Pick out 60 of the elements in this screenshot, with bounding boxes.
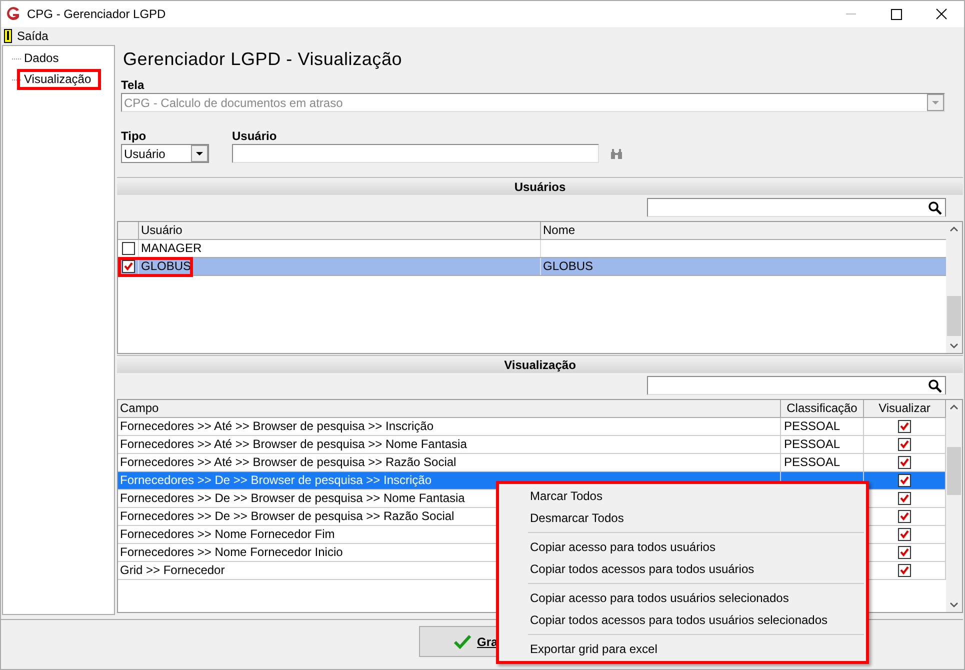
checkbox[interactable] xyxy=(122,242,134,255)
table-cell: PESSOAL xyxy=(781,418,864,435)
section-header: Usuários xyxy=(117,177,963,195)
door-icon xyxy=(4,29,12,43)
checkbox[interactable] xyxy=(898,474,911,487)
binoculars-icon[interactable] xyxy=(611,148,622,158)
table-cell: Fornecedores >> Até >> Browser de pesquisa >> Nome Fantasia xyxy=(118,436,781,453)
table-cell: Fornecedores >> Até >> Browser de pesquisa >> Razão Social xyxy=(118,454,781,471)
scrollbar[interactable] xyxy=(946,400,962,612)
menu-item[interactable]: Saída xyxy=(4,27,48,45)
scroll-up-icon[interactable] xyxy=(950,226,958,232)
scroll-down-icon[interactable] xyxy=(950,343,958,349)
tree-item[interactable]: Dados xyxy=(17,48,62,69)
menu-item[interactable]: Copiar acesso para todos usuários selecionados xyxy=(499,587,866,609)
table-cell: GLOBUS xyxy=(139,258,541,275)
scroll-thumb[interactable] xyxy=(947,296,961,336)
table-cell: PESSOAL xyxy=(781,436,864,453)
scroll-up-icon[interactable] xyxy=(950,404,958,410)
field-label: Usuário xyxy=(232,128,278,144)
table-cell: MANAGER xyxy=(139,240,541,257)
field-label: Tipo xyxy=(121,128,148,144)
search-icon[interactable] xyxy=(928,200,942,214)
column-header[interactable]: Usuário xyxy=(139,222,541,239)
table-cell: PESSOAL xyxy=(781,454,864,471)
search-icon[interactable] xyxy=(928,378,942,392)
table-row[interactable]: Fornecedores >> Até >> Browser de pesquisa >> Inscrição PESSOAL xyxy=(118,418,946,436)
checkbox[interactable] xyxy=(898,546,911,559)
checkbox[interactable] xyxy=(898,438,911,451)
app-logo-icon xyxy=(5,6,21,22)
checkbox[interactable] xyxy=(898,456,911,469)
user-input-field[interactable] xyxy=(232,144,599,163)
search-field[interactable] xyxy=(647,376,946,395)
menu-label: Saída xyxy=(17,28,48,45)
tree-item[interactable]: Visualização xyxy=(17,69,102,90)
table-row[interactable]: GLOBUS GLOBUS xyxy=(118,258,946,276)
scroll-down-icon[interactable] xyxy=(950,602,958,608)
type-dropdown[interactable]: Usuário xyxy=(121,144,209,163)
scrollbar[interactable] xyxy=(946,222,962,353)
field-label: Tela xyxy=(121,77,146,93)
page-heading: Gerenciador LGPD - Visualização xyxy=(123,48,404,71)
tree-line xyxy=(12,58,22,60)
column-header[interactable]: Classificação xyxy=(781,400,864,417)
table-cell-text: GLOBUS xyxy=(542,258,594,275)
search-field[interactable] xyxy=(647,198,946,217)
tree-line xyxy=(12,78,22,80)
checkbox[interactable] xyxy=(898,564,911,577)
checkbox[interactable] xyxy=(898,420,911,433)
checkbox[interactable] xyxy=(898,528,911,541)
checkbox[interactable] xyxy=(898,492,911,505)
scroll-thumb[interactable] xyxy=(947,447,961,495)
table-row[interactable]: Fornecedores >> Até >> Browser de pesquisa >> Nome Fantasia PESSOAL xyxy=(118,436,946,454)
checkbox[interactable] xyxy=(898,510,911,523)
window-title: CPG - Gerenciador LGPD xyxy=(27,6,166,23)
section-header: Visualização xyxy=(117,355,963,373)
column-header[interactable]: Campo xyxy=(118,400,781,417)
table-cell: Fornecedores >> Até >> Browser de pesquisa >> Inscrição xyxy=(118,418,781,435)
checkmark-icon xyxy=(454,634,471,648)
column-header[interactable]: Nome xyxy=(541,222,946,239)
table-row[interactable]: Fornecedores >> Até >> Browser de pesquisa >> Razão Social PESSOAL xyxy=(118,454,946,472)
checkbox[interactable] xyxy=(122,260,134,273)
